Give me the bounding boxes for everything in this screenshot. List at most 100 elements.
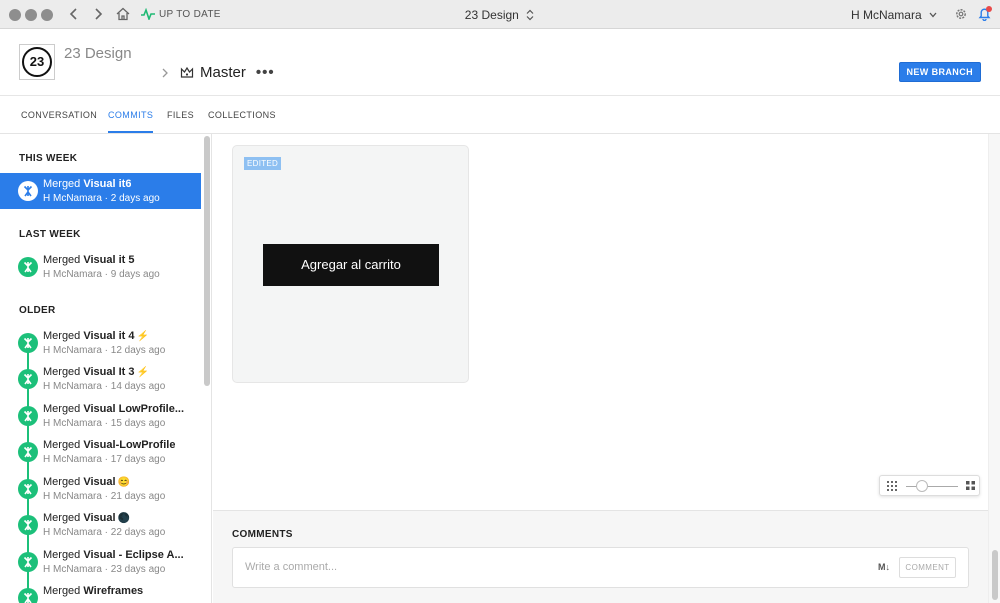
sync-status-label: UP TO DATE [159,8,221,20]
artboard-card[interactable]: EDITED Agregar al carrito [232,145,469,383]
commit-item[interactable]: Merged Visual-LowProfile H McNamara · 17… [0,434,201,470]
merge-avatar [18,552,38,572]
commit-title: Wireframes [83,585,144,597]
commit-meta: H McNamara · 12 days ago [43,345,166,356]
zoom-slider-track[interactable] [906,486,958,487]
commit-prefix: Merged [43,512,84,524]
commit-prefix: Merged [43,254,84,266]
merge-icon [23,410,33,422]
user-name: H McNamara [850,8,922,22]
commit-emoji: ⚡ [136,331,149,342]
commit-item[interactable]: Merged Visual it6 H McNamara · 2 days ag… [0,173,201,209]
commit-prefix: Merged [43,439,84,451]
commit-meta: H McNamara · 21 days ago [43,491,166,502]
commit-item[interactable]: Merged Visual 😊 H McNamara · 21 days ago [0,471,201,507]
commit-emoji: ⚡ [136,367,149,378]
small-grid-icon[interactable] [887,481,897,491]
tab-collections[interactable]: COLLECTIONS [208,110,276,120]
merge-avatar [18,333,38,353]
project-switcher[interactable]: 23 Design [465,8,535,22]
commit-prefix: Merged [43,178,84,190]
minimize-window-button[interactable] [25,9,37,21]
project-name[interactable]: 23 Design [64,45,132,62]
commit-prefix: Merged [43,366,84,378]
commit-meta: H McNamara · 15 days ago [43,418,166,429]
forward-button[interactable] [89,5,107,23]
back-button[interactable] [65,5,83,23]
tab-files[interactable]: FILES [167,110,194,120]
gear-icon [956,9,966,19]
settings-button[interactable] [954,7,968,26]
chevron-down-icon [929,12,937,18]
user-menu[interactable]: H McNamara [851,8,938,22]
commit-item[interactable]: Merged Visual It 3 ⚡ H McNamara · 14 days… [0,361,201,397]
section-last-week: LAST WEEK [19,229,81,240]
notifications-button[interactable] [978,6,992,26]
pulse-icon [141,8,155,20]
commit-title: Visual it 4 [83,330,135,342]
tab-conversation[interactable]: CONVERSATION [21,110,97,120]
comment-input[interactable] [245,561,845,573]
sync-status[interactable]: UP TO DATE [141,8,221,20]
merge-avatar [18,257,38,277]
commit-title: Visual LowProfile... [83,403,185,415]
commit-meta: H McNamara · 2 days ago [43,193,160,204]
commit-item[interactable]: Merged Visual it 5 H McNamara · 9 days a… [0,249,201,285]
commit-sidebar: THIS WEEK Merged Visual it6 H McNamara ·… [0,134,212,603]
sidebar-scrollbar[interactable] [204,136,210,386]
merge-avatar [18,515,38,535]
branch-more-button[interactable]: ••• [256,64,275,81]
edited-badge: EDITED [244,157,282,170]
merge-avatar [18,369,38,389]
commit-title: Visual it 5 [83,254,135,266]
section-older: OLDER [19,305,56,316]
branch-name[interactable]: Master [200,64,246,81]
merge-icon [23,446,33,458]
zoom-slider-handle[interactable] [915,480,928,492]
zoom-window-button[interactable] [41,9,53,21]
section-this-week: THIS WEEK [19,153,78,164]
home-button[interactable] [114,5,132,23]
markdown-icon[interactable]: M↓ [878,562,890,572]
merge-icon [23,185,33,197]
comments-heading: COMMENTS [232,529,293,540]
commit-meta: H McNamara · 9 days ago [43,269,160,280]
artboard-canvas: EDITED Agregar al carrito [213,134,988,510]
commit-prefix: Merged [43,585,84,597]
home-icon [116,7,130,21]
commit-item[interactable]: Merged Visual 🌑 H McNamara · 22 days ago [0,507,201,543]
branch-breadcrumb: Master ••• [160,64,275,81]
merge-avatar [18,406,38,426]
merge-icon [23,337,33,349]
commit-prefix: Merged [43,476,84,488]
commit-prefix: Merged [43,330,84,342]
comment-submit-button[interactable]: COMMENT [899,557,956,578]
commit-title: Visual it6 [83,178,132,190]
commit-item[interactable]: Merged Visual it 4 ⚡ H McNamara · 12 days… [0,325,201,361]
merge-icon [23,483,33,495]
commit-title: Visual - Eclipse A... [83,549,184,561]
main-scrollbar[interactable] [988,134,1000,603]
large-grid-icon[interactable] [966,481,975,490]
chevron-left-icon [69,8,77,20]
commit-meta: H McNamara · 23 days ago [43,564,166,575]
commit-emoji: 🌑 [117,513,131,524]
project-logo[interactable]: 23 [19,44,55,80]
commit-item[interactable]: Merged Visual - Eclipse A... H McNamara … [0,544,201,580]
close-window-button[interactable] [9,9,21,21]
commit-prefix: Merged [43,403,84,415]
chevron-right-icon [95,8,103,20]
commit-title: Visual It 3 [83,366,135,378]
tab-commits[interactable]: COMMITS [108,110,154,133]
new-branch-button[interactable]: NEW BRANCH [898,62,981,82]
project-logo-text: 23 [22,47,52,77]
commit-emoji: 😊 [117,477,131,488]
chevron-updown-icon [526,9,534,21]
commit-item[interactable]: Merged Wireframes [0,580,201,603]
merge-avatar [18,442,38,462]
comments-panel: COMMENTS M↓ COMMENT [213,510,988,603]
main-scrollbar-thumb[interactable] [992,550,998,600]
commit-item[interactable]: Merged Visual LowProfile... H McNamara ·… [0,398,201,434]
artboard-preview-button: Agregar al carrito [263,244,439,286]
zoom-control [879,475,980,496]
